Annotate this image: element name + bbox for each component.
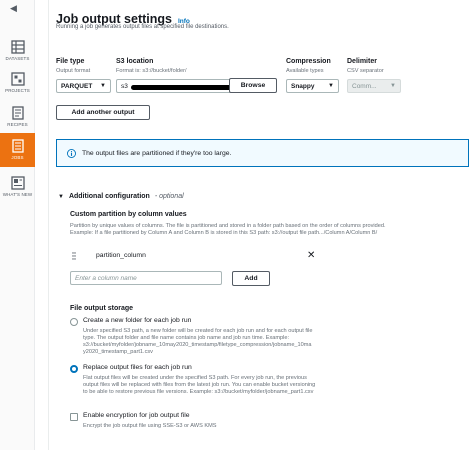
s3-location-value: s3 [121,83,128,90]
radio-new-folder[interactable] [70,318,78,326]
nav-item-jobs[interactable]: JOBS [0,133,35,167]
compression-value: Snappy [291,83,315,90]
collapse-icon[interactable]: ◀ [10,3,17,14]
compression-label: Compression [286,58,331,65]
partition-info-alert: The output files are partitioned if they… [56,139,469,167]
delimiter-value: Comm... [352,83,377,90]
file-output-storage-title: File output storage [70,305,133,312]
partition-column-token: partition_column [96,252,146,259]
recipes-icon [11,106,24,120]
projects-icon [10,72,25,86]
delimiter-label: Delimiter [347,58,377,65]
encryption-checkbox[interactable] [70,413,78,421]
whats-new-icon [10,176,25,190]
caret-down-icon: ▼ [58,193,64,200]
file-type-select[interactable]: PARQUET ▼ [56,79,111,93]
replace-files-desc-3: to be able to restore previous file vers… [83,389,314,395]
s3-location-label: S3 location [116,58,154,65]
column-name-placeholder: Enter a column name [75,275,137,282]
nav-label-whats-new: WHAT'S NEW [2,192,33,197]
nav-item-whats-new[interactable]: WHAT'S NEW [0,170,35,206]
additional-configuration-toggle[interactable]: ▼ Additional configuration - optional [58,193,184,200]
info-icon [67,148,76,158]
remove-column-icon[interactable]: ✕ [307,250,315,261]
page-subtitle: Running a job generates output files at … [56,24,229,30]
compression-select[interactable]: Snappy ▼ [286,79,339,93]
nav-label-datasets: DATASETS [5,56,30,61]
replace-files-label[interactable]: Replace output files for each job run [83,364,192,371]
add-column-button[interactable]: Add [232,271,270,286]
job-output-settings-panel: Job output settings Info Running a job g… [48,0,474,450]
caret-down-icon: ▼ [328,83,334,89]
new-folder-desc-4: y2020_timestamp_part1.csv [83,349,153,355]
file-type-value: PARQUET [61,83,93,90]
nav-label-jobs: JOBS [11,155,24,160]
optional-label: - optional [154,193,184,200]
datasets-icon [10,40,25,54]
custom-partition-title: Custom partition by column values [70,211,187,218]
nav-label-projects: PROJECTS [5,88,30,93]
nav-item-recipes[interactable]: RECIPES [0,100,35,136]
file-type-desc: Output format [56,68,91,74]
radio-replace-files[interactable] [70,365,78,373]
s3-location-desc: Format is: s3://bucket/folder/ [116,68,187,74]
additional-configuration-title: Additional configuration [68,193,150,200]
alert-message: The output files are partitioned if they… [82,149,232,157]
jobs-icon [11,139,24,153]
drag-handle-icon[interactable] [72,252,76,260]
column-name-input[interactable]: Enter a column name [70,271,222,285]
nav-item-projects[interactable]: PROJECTS [0,66,35,102]
new-folder-label[interactable]: Create a new folder for each job run [83,317,191,324]
caret-down-icon: ▼ [390,83,396,89]
side-navigation: ◀ DATASETS PROJECTS RECIPES JOBS WHAT'S … [0,0,35,450]
nav-label-recipes: RECIPES [7,122,28,127]
add-another-output-button[interactable]: Add another output [56,105,150,120]
encryption-label[interactable]: Enable encryption for job output file [83,412,190,419]
delimiter-select: Comm... ▼ [347,79,401,93]
file-type-label: File type [56,58,85,65]
caret-down-icon: ▼ [100,83,106,89]
nav-item-datasets[interactable]: DATASETS [0,34,35,70]
compression-desc: Available types [286,68,324,74]
custom-partition-desc-2: Example: If a file partitioned by Column… [70,230,378,236]
encryption-desc: Encrypt the job output file using SSE-S3… [83,423,217,429]
browse-button[interactable]: Browse [229,78,277,93]
delimiter-desc: CSV separator [347,68,384,74]
